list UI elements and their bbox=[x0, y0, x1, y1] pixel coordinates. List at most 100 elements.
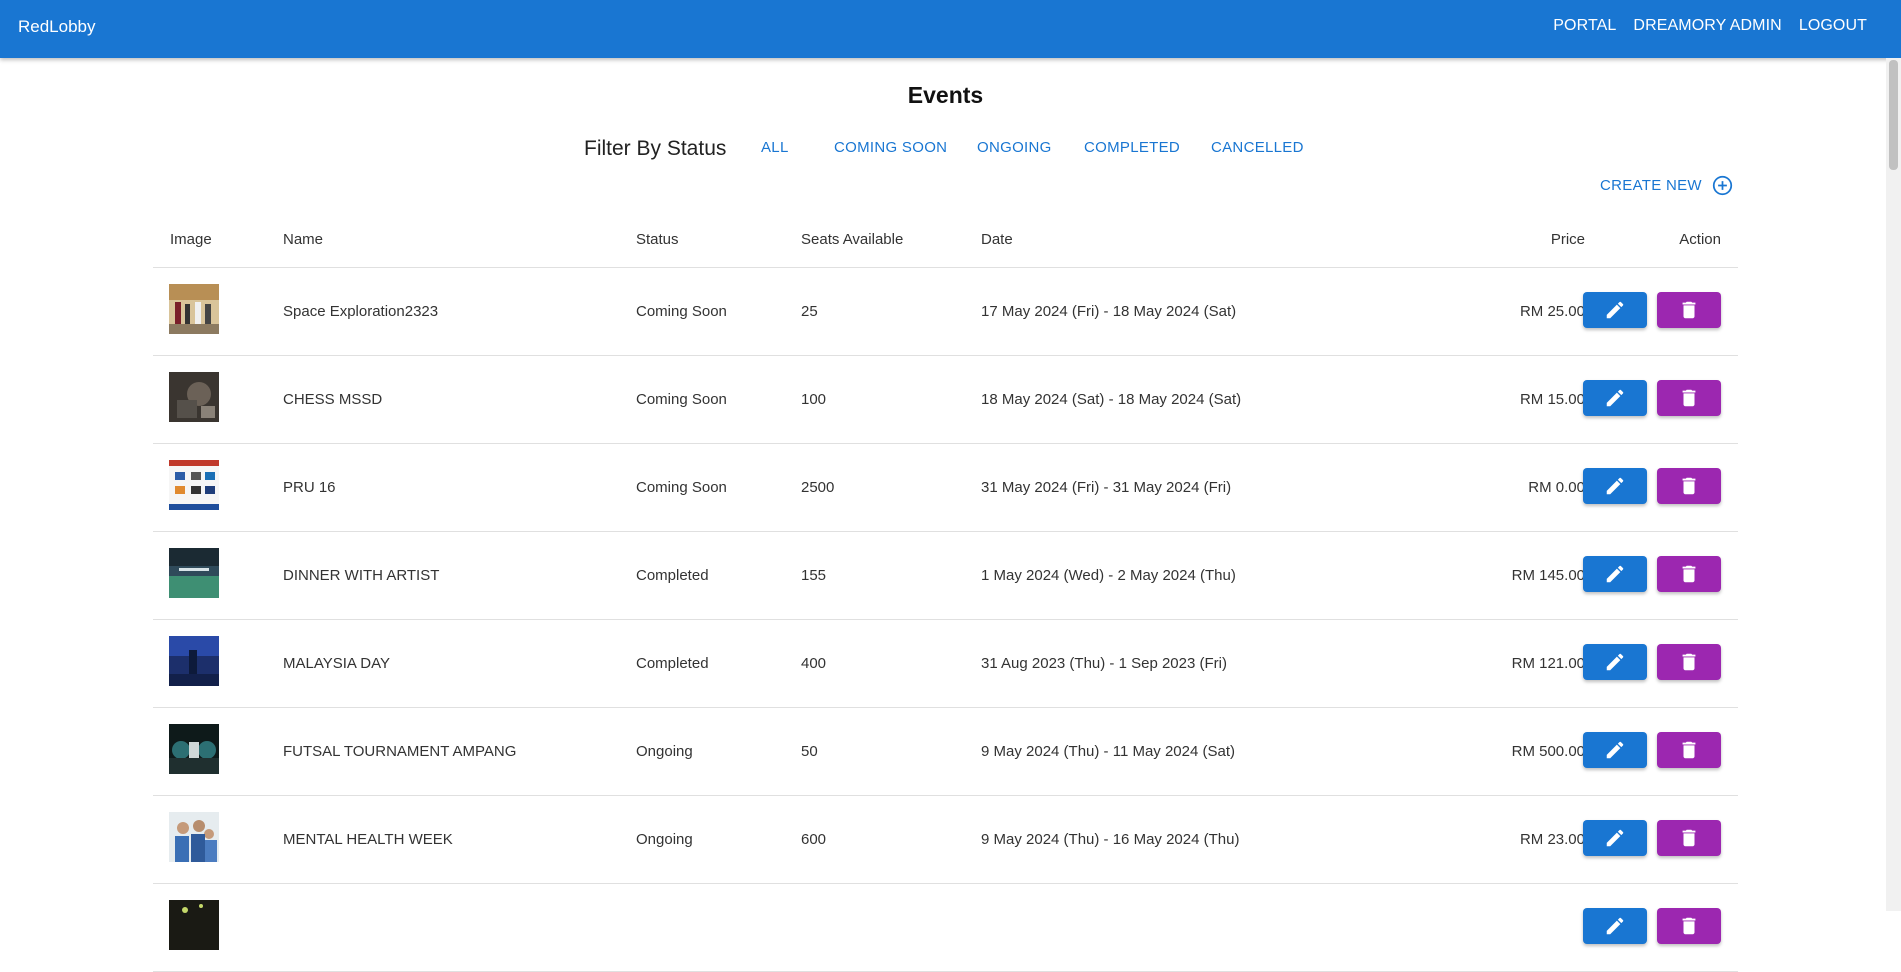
event-status: Completed bbox=[636, 655, 709, 672]
filter-label: Filter By Status bbox=[584, 137, 727, 160]
edit-button[interactable] bbox=[1583, 644, 1647, 680]
filter-cancelled-button[interactable]: CANCELLED bbox=[1211, 139, 1304, 156]
event-status: Coming Soon bbox=[636, 391, 727, 408]
table-row: PRU 16 Coming Soon 2500 31 May 2024 (Fri) -… bbox=[153, 444, 1738, 532]
table-row: FUTSAL TOURNAMENT AMPANG Ongoing 50 9 May 2… bbox=[153, 708, 1738, 796]
add-circle-icon bbox=[1712, 175, 1733, 196]
event-date: 1 May 2024 (Wed) - 2 May 2024 (Thu) bbox=[981, 567, 1236, 584]
event-seats: 25 bbox=[801, 303, 818, 320]
edit-button[interactable] bbox=[1583, 820, 1647, 856]
event-name: Space Exploration2323 bbox=[283, 303, 439, 320]
delete-button[interactable] bbox=[1657, 732, 1721, 768]
delete-icon bbox=[1682, 565, 1696, 583]
table-row bbox=[153, 884, 1738, 972]
event-name: DINNER WITH ARTIST bbox=[283, 567, 440, 584]
scrollbar-thumb[interactable] bbox=[1889, 60, 1898, 170]
event-seats: 2500 bbox=[801, 479, 835, 496]
edit-icon bbox=[1606, 829, 1624, 847]
filter-ongoing-button[interactable]: ONGOING bbox=[977, 139, 1052, 156]
edit-icon bbox=[1606, 565, 1624, 583]
delete-icon bbox=[1682, 829, 1696, 847]
event-name: MENTAL HEALTH WEEK bbox=[283, 831, 453, 848]
event-date: 17 May 2024 (Fri) - 18 May 2024 (Sat) bbox=[981, 303, 1237, 320]
edit-button[interactable] bbox=[1583, 732, 1647, 768]
edit-icon bbox=[1606, 301, 1624, 319]
delete-icon bbox=[1682, 741, 1696, 759]
event-thumbnail bbox=[169, 636, 219, 686]
event-price: RM 23.00 bbox=[1519, 831, 1585, 848]
event-thumbnail bbox=[169, 284, 219, 334]
event-name: FUTSAL TOURNAMENT AMPANG bbox=[283, 743, 517, 760]
edit-button[interactable] bbox=[1583, 556, 1647, 592]
event-thumbnail bbox=[169, 372, 219, 422]
app-bar: RedLobby PORTAL DREAMORY ADMIN LOGOUT bbox=[0, 0, 1901, 58]
event-date: 9 May 2024 (Thu) - 11 May 2024 (Sat) bbox=[981, 743, 1236, 760]
delete-icon bbox=[1682, 653, 1696, 671]
delete-icon bbox=[1682, 477, 1696, 495]
event-price: RM 145.00 bbox=[1511, 567, 1585, 584]
edit-icon bbox=[1606, 741, 1624, 759]
delete-button[interactable] bbox=[1657, 644, 1721, 680]
edit-button[interactable] bbox=[1583, 468, 1647, 504]
edit-icon bbox=[1606, 389, 1624, 407]
event-thumbnail bbox=[169, 812, 219, 862]
event-price: RM 121.00 bbox=[1511, 655, 1585, 672]
filter-coming-soon-button[interactable]: COMING SOON bbox=[834, 139, 947, 156]
event-seats: 400 bbox=[801, 655, 827, 672]
header-status: Status bbox=[636, 231, 679, 248]
event-status: Ongoing bbox=[636, 743, 693, 760]
table-body: Space Exploration2323 Coming Soon 25 17 May… bbox=[153, 268, 1738, 972]
delete-icon bbox=[1682, 917, 1696, 935]
events-table: Image Name Status Seats Available Date P… bbox=[153, 220, 1738, 972]
filter-completed-button[interactable]: COMPLETED bbox=[1084, 139, 1180, 156]
page-title: Events bbox=[907, 82, 984, 108]
event-status: Coming Soon bbox=[636, 303, 727, 320]
event-status: Completed bbox=[636, 567, 709, 584]
event-thumbnail bbox=[169, 460, 219, 510]
event-price: RM 500.00 bbox=[1511, 743, 1585, 760]
header-price: Price bbox=[1550, 231, 1585, 248]
nav-admin-link[interactable]: DREAMORY ADMIN bbox=[1633, 17, 1781, 35]
header-seats: Seats Available bbox=[801, 231, 904, 248]
event-name: MALAYSIA DAY bbox=[283, 655, 390, 672]
nav-logout-link[interactable]: LOGOUT bbox=[1799, 17, 1867, 35]
event-date: 31 Aug 2023 (Thu) - 1 Sep 2023 (Fri) bbox=[981, 655, 1227, 672]
edit-icon bbox=[1606, 477, 1624, 495]
filter-all-button[interactable]: ALL bbox=[761, 139, 789, 156]
header-date: Date bbox=[981, 231, 1013, 248]
page-scrollbar[interactable] bbox=[1886, 58, 1901, 911]
header-name: Name bbox=[283, 231, 324, 248]
event-date: 18 May 2024 (Sat) - 18 May 2024 (Sat) bbox=[981, 391, 1242, 408]
delete-button[interactable] bbox=[1657, 292, 1721, 328]
event-date: 31 May 2024 (Fri) - 31 May 2024 (Fri) bbox=[981, 479, 1232, 496]
event-name: CHESS MSSD bbox=[283, 391, 383, 408]
nav-portal-link[interactable]: PORTAL bbox=[1553, 17, 1616, 35]
delete-icon bbox=[1682, 301, 1696, 319]
delete-button[interactable] bbox=[1657, 556, 1721, 592]
delete-button[interactable] bbox=[1657, 468, 1721, 504]
event-date: 9 May 2024 (Thu) - 16 May 2024 (Thu) bbox=[981, 831, 1240, 848]
event-seats: 50 bbox=[801, 743, 818, 760]
delete-button[interactable] bbox=[1657, 908, 1721, 944]
edit-icon bbox=[1606, 653, 1624, 671]
event-price: RM 0.00 bbox=[1528, 479, 1585, 496]
edit-button[interactable] bbox=[1583, 908, 1647, 944]
event-thumbnail bbox=[169, 724, 219, 774]
top-nav: PORTAL DREAMORY ADMIN LOGOUT bbox=[1553, 17, 1867, 35]
table-header: Image Name Status Seats Available Date P… bbox=[153, 220, 1738, 268]
table-row: MENTAL HEALTH WEEK Ongoing 600 9 May 2024 (… bbox=[153, 796, 1738, 884]
edit-icon bbox=[1606, 917, 1624, 935]
app-brand[interactable]: RedLobby bbox=[18, 17, 96, 37]
edit-button[interactable] bbox=[1583, 380, 1647, 416]
delete-button[interactable] bbox=[1657, 820, 1721, 856]
event-price: RM 25.00 bbox=[1519, 303, 1585, 320]
event-price: RM 15.00 bbox=[1519, 391, 1585, 408]
table-row: DINNER WITH ARTIST Completed 155 1 May 2024… bbox=[153, 532, 1738, 620]
delete-button[interactable] bbox=[1657, 380, 1721, 416]
event-seats: 100 bbox=[801, 391, 827, 408]
event-thumbnail bbox=[169, 548, 219, 598]
create-new-button[interactable]: CREATE NEW bbox=[1600, 175, 1733, 196]
event-status: Ongoing bbox=[636, 831, 693, 848]
table-row: CHESS MSSD Coming Soon 100 18 May 2024 (Sat… bbox=[153, 356, 1738, 444]
edit-button[interactable] bbox=[1583, 292, 1647, 328]
